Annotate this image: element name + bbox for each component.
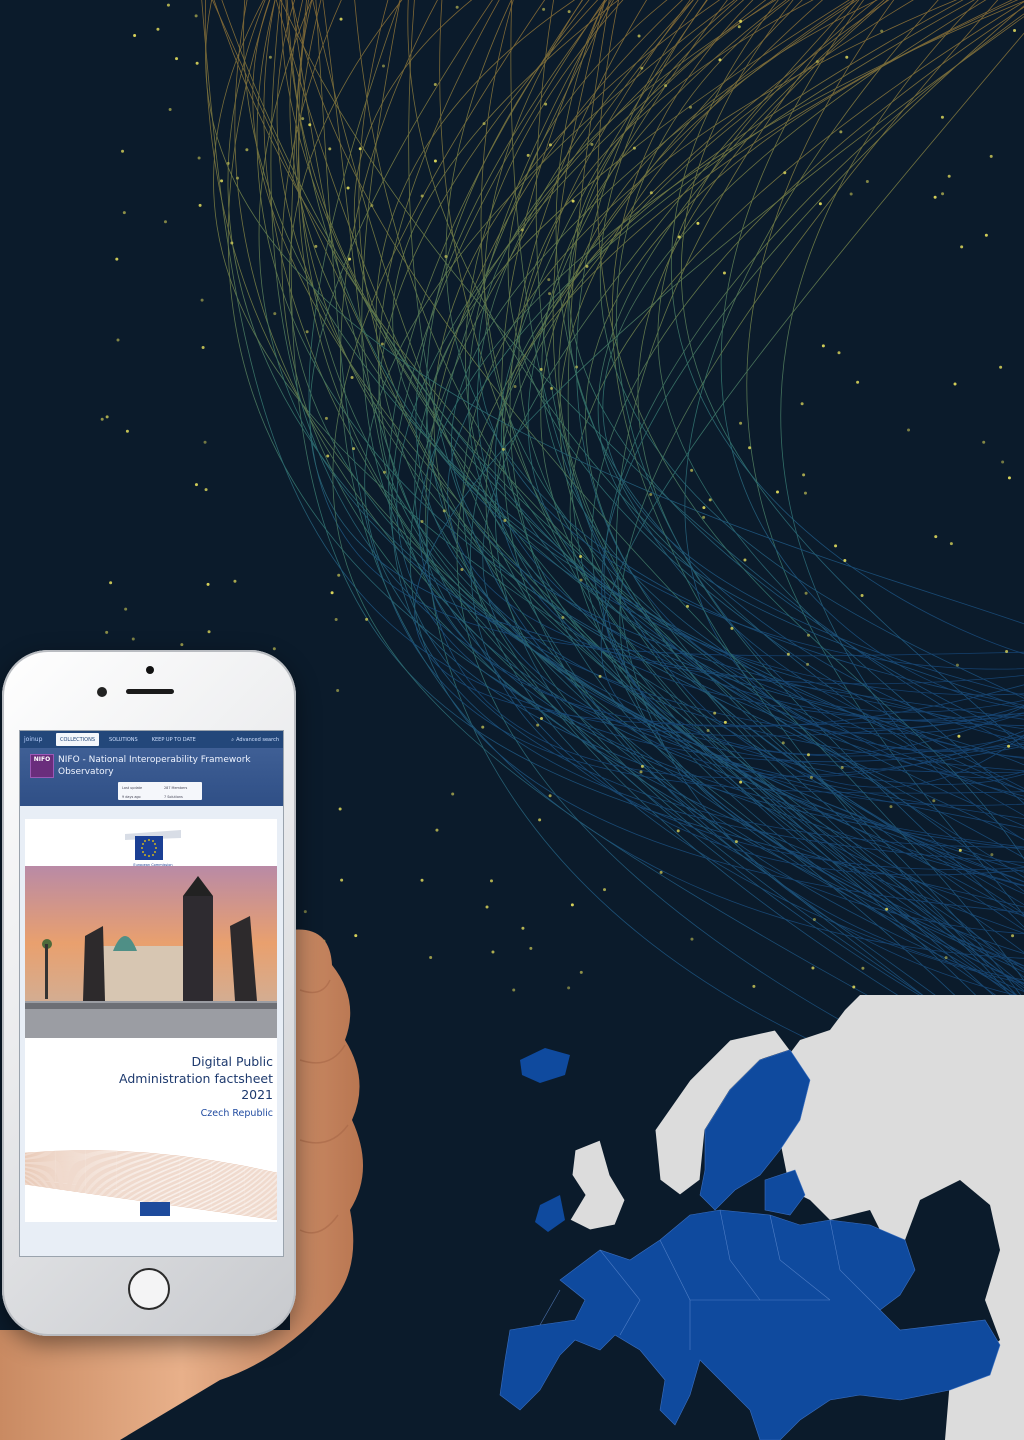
site-topbar: joinup COLLECTIONS SOLUTIONS KEEP UP TO … — [20, 731, 283, 748]
eu-flag-mini — [140, 1202, 170, 1216]
smartphone: joinup COLLECTIONS SOLUTIONS KEEP UP TO … — [2, 650, 296, 1336]
speaker-grille — [126, 689, 174, 694]
collection-header: NIFO NIFO - National Interoperability Fr… — [20, 748, 283, 806]
search-icon: ⌕ — [231, 736, 235, 743]
front-camera-icon — [97, 687, 107, 697]
phone-screen: joinup COLLECTIONS SOLUTIONS KEEP UP TO … — [19, 730, 284, 1257]
factsheet-title: Digital Public Administration factsheet … — [119, 1054, 273, 1102]
factsheet-cover[interactable]: European Commission Digital Public Admin… — [25, 819, 277, 1222]
tab-keep-up-to-date[interactable]: KEEP UP TO DATE — [148, 733, 200, 746]
nifo-badge: NIFO — [30, 754, 54, 778]
tab-collections[interactable]: COLLECTIONS — [56, 733, 100, 746]
search-label: Advanced search — [236, 736, 279, 743]
collection-title: NIFO - National Interoperability Framewo… — [58, 755, 251, 777]
site-logo[interactable]: joinup — [24, 736, 50, 743]
home-button[interactable] — [128, 1268, 170, 1310]
collection-meta: Last update 9 days ago 287 Members 7 Sol… — [118, 782, 202, 800]
search-link[interactable]: ⌕ Advanced search — [231, 737, 279, 743]
meta-members: 287 Members 7 Solutions — [164, 786, 188, 799]
factsheet-country: Czech Republic — [200, 1108, 273, 1119]
camera-dot — [146, 666, 154, 674]
meta-last-update: Last update 9 days ago — [122, 786, 143, 799]
prague-bridge-photo — [25, 866, 277, 1038]
tab-solutions[interactable]: SOLUTIONS — [105, 733, 142, 746]
